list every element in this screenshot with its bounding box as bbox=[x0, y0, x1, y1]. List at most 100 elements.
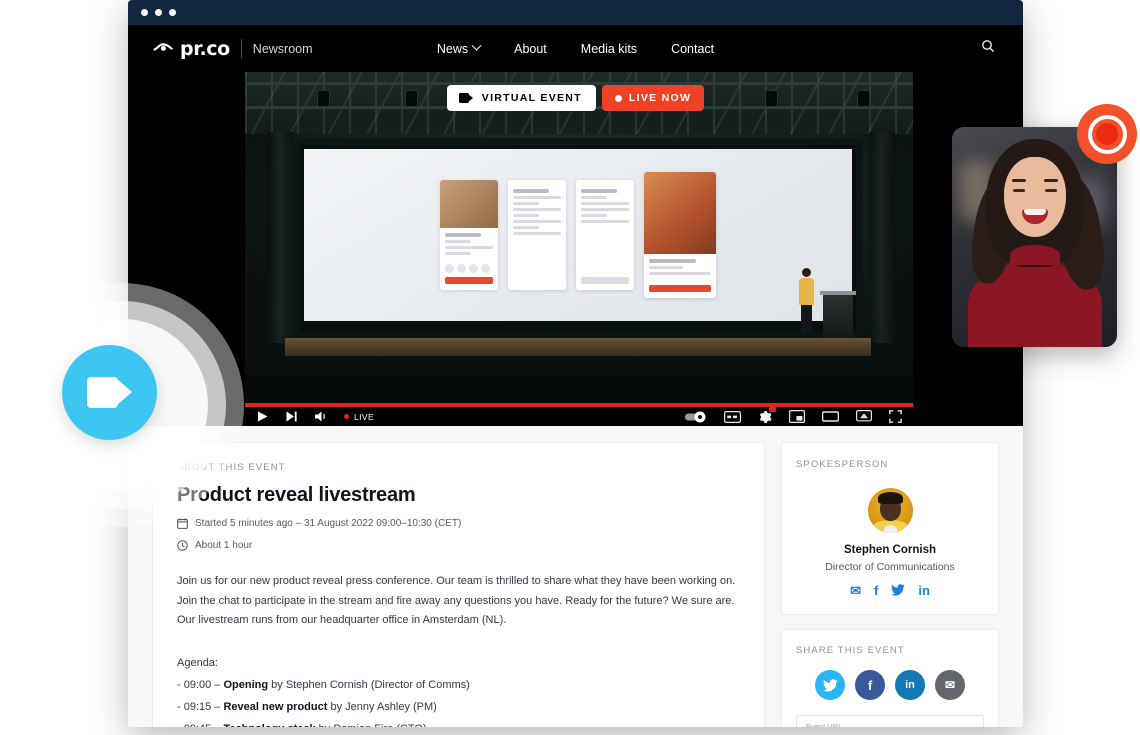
live-indicator[interactable]: LIVE bbox=[344, 412, 374, 422]
player-controls: LIVE bbox=[245, 407, 913, 426]
agenda-item-by: by Stephen Cornish (Director of Comms) bbox=[268, 679, 470, 691]
screenshot-stage: pr.co Newsroom News About Media kits Con… bbox=[0, 0, 1140, 735]
agenda-heading: Agenda: bbox=[177, 652, 740, 674]
email-icon[interactable]: ✉ bbox=[850, 584, 861, 598]
facebook-icon[interactable]: f bbox=[874, 584, 878, 598]
nav-item-news[interactable]: News bbox=[437, 42, 480, 56]
site-navbar: pr.co Newsroom News About Media kits Con… bbox=[128, 25, 1023, 72]
video-player[interactable]: VIRTUAL EVENT LIVE NOW bbox=[128, 72, 1023, 426]
brand-divider bbox=[241, 39, 242, 58]
nav-item-contact[interactable]: Contact bbox=[671, 42, 714, 56]
projection-screen bbox=[293, 138, 863, 338]
logo[interactable]: pr.co bbox=[153, 38, 230, 60]
live-now-badge: LIVE NOW bbox=[602, 85, 704, 111]
webcam-brow-left bbox=[1012, 179, 1026, 182]
fullscreen-button[interactable] bbox=[889, 410, 902, 423]
projected-slide bbox=[304, 149, 852, 321]
slide-card bbox=[576, 180, 634, 290]
twitter-icon[interactable] bbox=[891, 584, 905, 598]
avatar bbox=[868, 488, 913, 533]
podium bbox=[823, 294, 853, 338]
event-url-field[interactable]: Event URL https://acme.pr.co/events/new-… bbox=[796, 715, 984, 727]
floating-camera-badge[interactable] bbox=[0, 283, 231, 527]
camera-badge-circle[interactable] bbox=[62, 345, 157, 440]
agenda-item-topic: Technology stack bbox=[223, 723, 315, 728]
clock-icon bbox=[177, 540, 188, 551]
conference-hall-scene bbox=[245, 72, 913, 403]
record-icon bbox=[1096, 123, 1118, 145]
slide-card bbox=[644, 172, 716, 298]
record-badge[interactable] bbox=[1077, 104, 1137, 164]
event-details-card: ABOUT THIS EVENT Product reveal livestre… bbox=[152, 442, 765, 727]
play-button[interactable] bbox=[256, 410, 269, 423]
event-schedule: Started 5 minutes ago – 31 August 2022 0… bbox=[177, 518, 740, 529]
agenda-item-time: - 09:00 – bbox=[177, 679, 223, 691]
share-buttons: f in ✉ bbox=[796, 670, 984, 700]
hall-pillar-left bbox=[267, 132, 293, 343]
live-toggle-button[interactable] bbox=[685, 411, 707, 423]
linkedin-icon[interactable]: in bbox=[918, 584, 930, 598]
agenda-item-by: by Damian Fire (CTO) bbox=[316, 723, 427, 728]
virtual-event-badge: VIRTUAL EVENT bbox=[447, 85, 596, 111]
play-icon bbox=[256, 410, 269, 423]
settings-new-badge bbox=[769, 407, 776, 412]
spokesperson-card: SPOKESPERSON Stephen Cornish Director of… bbox=[781, 442, 999, 615]
video-camera-icon bbox=[459, 93, 473, 103]
event-duration-text: About 1 hour bbox=[195, 540, 252, 551]
closed-captions-icon bbox=[724, 411, 741, 423]
webcam-person-face bbox=[1004, 157, 1066, 237]
webcam-teeth bbox=[1024, 209, 1046, 215]
settings-button[interactable] bbox=[758, 410, 772, 424]
live-indicator-label: LIVE bbox=[354, 412, 374, 422]
search-button[interactable] bbox=[981, 39, 995, 58]
nav-item-about[interactable]: About bbox=[514, 42, 547, 56]
agenda-item-time: - 09:45 – bbox=[177, 723, 223, 728]
share-card: SHARE THIS EVENT f in ✉ Event U bbox=[781, 629, 999, 727]
browser-titlebar bbox=[128, 0, 1023, 25]
theater-mode-button[interactable] bbox=[822, 410, 839, 423]
picture-in-picture-button[interactable] bbox=[789, 410, 805, 423]
twitter-bird-icon bbox=[823, 679, 838, 692]
screen-base bbox=[285, 338, 871, 356]
volume-button[interactable] bbox=[314, 410, 328, 423]
spokesperson-role: Director of Communications bbox=[796, 561, 984, 573]
fullscreen-icon bbox=[889, 410, 902, 423]
spokesperson-social-links: ✉ f in bbox=[796, 584, 984, 598]
share-email-button[interactable]: ✉ bbox=[935, 670, 965, 700]
share-linkedin-button[interactable]: in bbox=[895, 670, 925, 700]
player-badges: VIRTUAL EVENT LIVE NOW bbox=[128, 85, 1023, 111]
sidebar: SPOKESPERSON Stephen Cornish Director of… bbox=[781, 442, 999, 727]
browser-window: pr.co Newsroom News About Media kits Con… bbox=[128, 0, 1023, 727]
share-facebook-button[interactable]: f bbox=[855, 670, 885, 700]
webcam-brow-right bbox=[1044, 179, 1058, 182]
next-icon bbox=[285, 410, 298, 423]
brand[interactable]: pr.co Newsroom bbox=[153, 38, 313, 60]
share-twitter-button[interactable] bbox=[815, 670, 845, 700]
page-content: ABOUT THIS EVENT Product reveal livestre… bbox=[128, 426, 1023, 727]
chevron-down-icon bbox=[472, 41, 482, 51]
closed-captions-button[interactable] bbox=[724, 411, 741, 423]
agenda-item: - 09:15 – Reveal new product by Jenny As… bbox=[177, 696, 740, 718]
record-ring bbox=[1088, 115, 1127, 154]
slide-card bbox=[508, 180, 566, 290]
agenda-item-topic: Reveal new product bbox=[223, 701, 327, 713]
window-minimize-dot[interactable] bbox=[155, 9, 162, 16]
cast-button[interactable] bbox=[856, 410, 872, 423]
window-close-dot[interactable] bbox=[141, 9, 148, 16]
nav-item-media-kits[interactable]: Media kits bbox=[581, 42, 637, 56]
spokesperson-eyebrow: SPOKESPERSON bbox=[796, 459, 984, 470]
page-title: Product reveal livestream bbox=[177, 484, 740, 507]
agenda-item-by: by Jenny Ashley (PM) bbox=[327, 701, 436, 713]
webcam-eye-left bbox=[1013, 189, 1025, 192]
live-toggle-icon bbox=[685, 411, 707, 423]
window-maximize-dot[interactable] bbox=[169, 9, 176, 16]
about-eyebrow: ABOUT THIS EVENT bbox=[177, 462, 740, 473]
prco-logo-icon bbox=[153, 42, 174, 55]
event-agenda: Agenda: - 09:00 – Opening by Stephen Cor… bbox=[177, 652, 740, 728]
player-controls-right bbox=[685, 410, 902, 424]
share-eyebrow: SHARE THIS EVENT bbox=[796, 645, 984, 656]
agenda-item: - 09:45 – Technology stack by Damian Fir… bbox=[177, 718, 740, 728]
next-button[interactable] bbox=[285, 410, 298, 423]
spokesperson-name: Stephen Cornish bbox=[796, 544, 984, 556]
live-dot-icon bbox=[344, 414, 349, 419]
